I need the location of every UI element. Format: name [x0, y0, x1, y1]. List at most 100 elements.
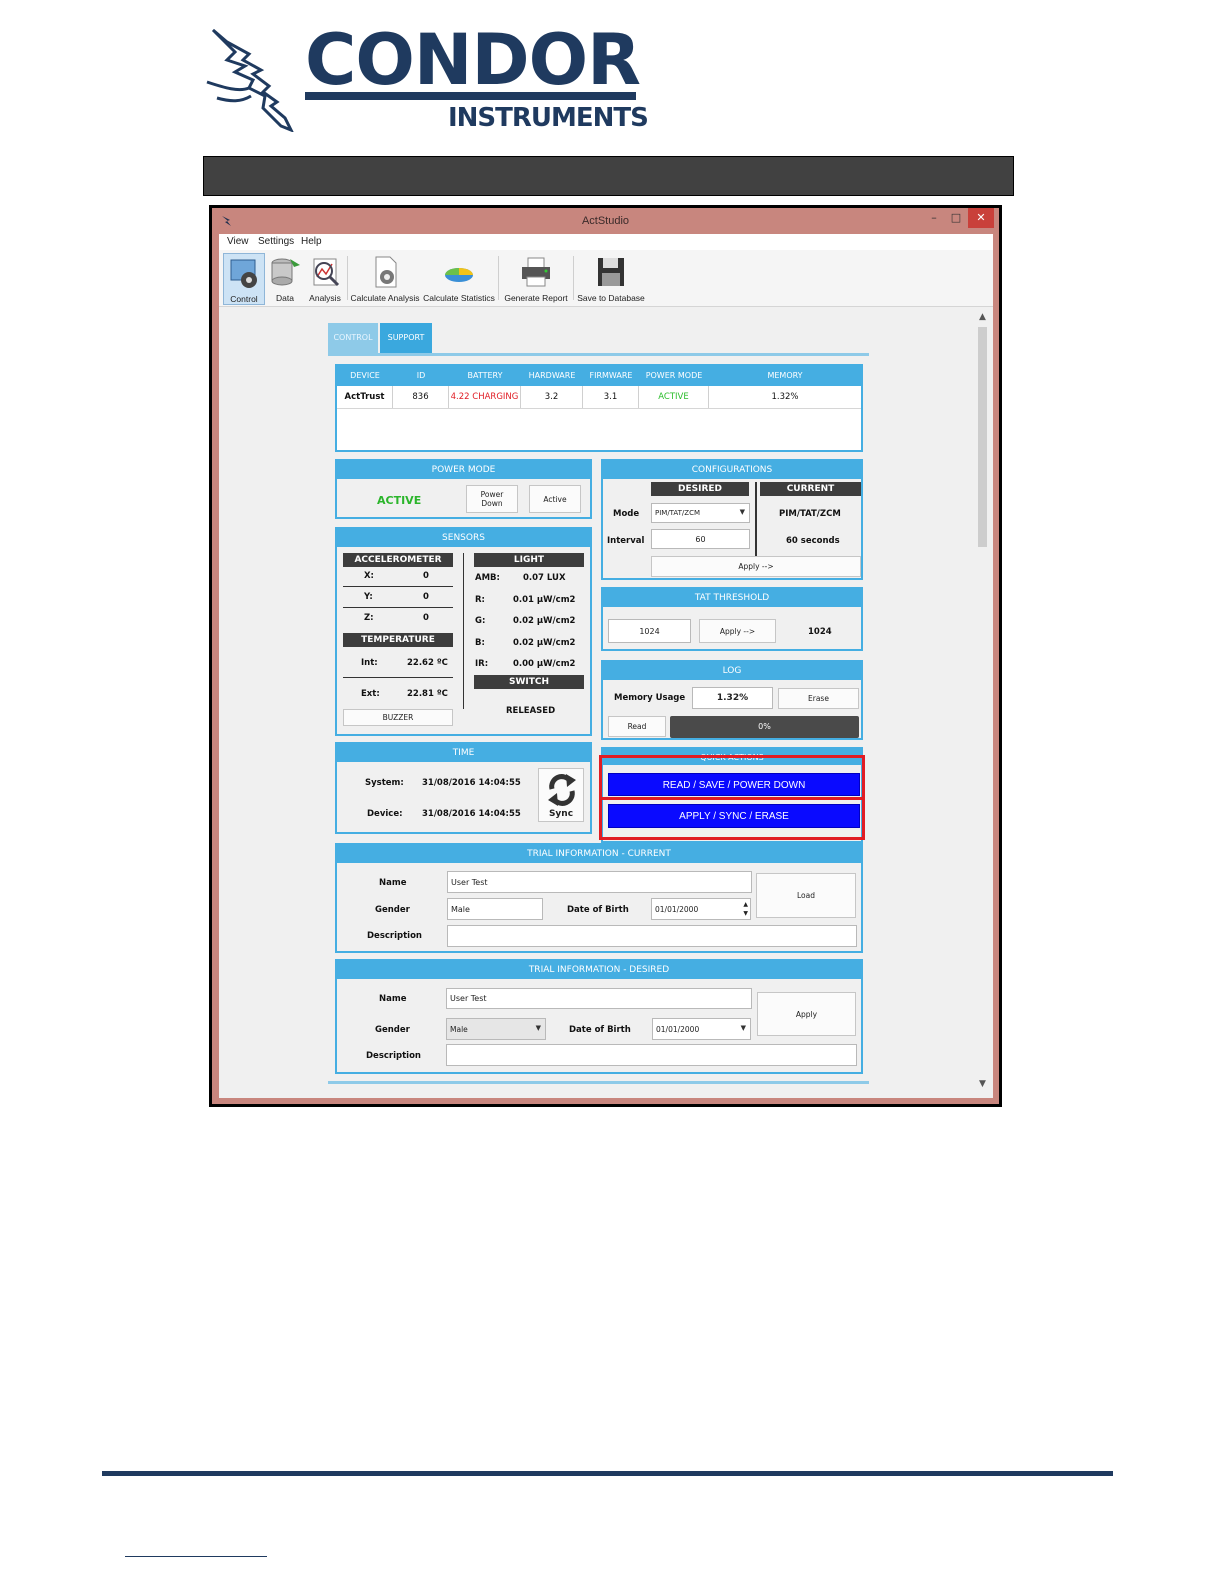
- trial-desired-description-label: Description: [366, 1051, 421, 1061]
- logo-brand-text: CONDOR: [305, 19, 641, 101]
- trial-current-panel: TRIAL INFORMATION - CURRENT Name User Te…: [335, 843, 863, 953]
- time-title: TIME: [337, 744, 590, 762]
- temp-int-value: 22.62 ºC: [407, 658, 448, 668]
- interval-current-value: 60 seconds: [786, 536, 840, 546]
- condor-bird-icon: [206, 28, 294, 132]
- trial-desired-title: TRIAL INFORMATION - DESIRED: [337, 961, 861, 979]
- chevron-down-icon: ▼: [740, 1024, 746, 1032]
- system-time-label: System:: [365, 778, 404, 788]
- toolbar-calculate-analysis-button[interactable]: Calculate Analysis: [350, 253, 420, 303]
- minimize-button[interactable]: –: [924, 208, 944, 228]
- column-header-id: ID: [416, 371, 426, 380]
- trial-desired-dob-select[interactable]: 01/01/2000 ▼: [652, 1018, 751, 1040]
- configurations-apply-button[interactable]: Apply -->: [651, 556, 861, 577]
- sync-button[interactable]: Sync: [538, 768, 584, 822]
- device-time-label: Device:: [367, 809, 403, 819]
- load-button[interactable]: Load: [756, 873, 856, 918]
- trial-desired-apply-button[interactable]: Apply: [757, 992, 856, 1036]
- vertical-scrollbar[interactable]: ▲ ▼: [974, 307, 991, 1098]
- menu-help[interactable]: Help: [301, 236, 322, 247]
- control-icon: [230, 259, 257, 288]
- config-column-divider: [755, 482, 757, 560]
- toolbar-generate-report-button[interactable]: Generate Report: [502, 253, 570, 303]
- light-amb-label: AMB:: [475, 573, 500, 583]
- menu-settings[interactable]: Settings: [258, 236, 294, 247]
- app-window: ActStudio – □ ✕ View Settings Help Contr…: [209, 205, 1002, 1107]
- cell-hardware: 3.2: [521, 386, 583, 408]
- menu-view[interactable]: View: [227, 236, 249, 247]
- trial-desired-description-input[interactable]: [446, 1044, 857, 1066]
- accel-y-label: Y:: [364, 592, 373, 602]
- toolbar-data-button[interactable]: Data: [265, 253, 305, 303]
- divider: [343, 677, 453, 678]
- tat-threshold-apply-button[interactable]: Apply -->: [699, 619, 776, 643]
- trial-desired-gender-select[interactable]: Male ▼: [446, 1018, 546, 1040]
- sensors-panel: SENSORS ACCELEROMETER X: 0 Y: 0 Z: 0 TEM…: [335, 527, 592, 736]
- floppy-disk-icon: [598, 258, 624, 286]
- tab-support[interactable]: SUPPORT: [380, 323, 432, 353]
- tat-threshold-title: TAT THRESHOLD: [603, 589, 861, 607]
- interval-input[interactable]: 60: [651, 529, 750, 549]
- cell-memory: 1.32%: [771, 392, 799, 402]
- maximize-button[interactable]: □: [946, 208, 966, 228]
- calculate-analysis-icon: [375, 256, 397, 288]
- toolbar-calculate-statistics-button[interactable]: Calculate Statistics: [423, 253, 495, 303]
- spinner-arrows-icon[interactable]: ▲ ▼: [743, 900, 748, 918]
- toolbar-analysis-button[interactable]: Analysis: [305, 253, 345, 303]
- temp-ext-value: 22.81 ºC: [407, 689, 448, 699]
- trial-current-gender-input[interactable]: Male: [447, 898, 543, 920]
- power-mode-title: POWER MODE: [337, 461, 590, 479]
- read-progress-label: 0%: [758, 722, 771, 731]
- toolbar-separator: [573, 256, 574, 300]
- time-panel: TIME System: 31/08/2016 14:04:55 Device:…: [335, 742, 592, 834]
- scroll-down-icon[interactable]: ▼: [974, 1079, 991, 1089]
- light-amb-value: 0.07 LUX: [523, 573, 566, 583]
- light-ir-value: 0.00 µW/cm2: [513, 659, 576, 669]
- cell-battery: 4.22 CHARGING: [449, 386, 521, 408]
- active-button[interactable]: Active: [529, 485, 581, 513]
- power-down-button[interactable]: Power Down: [466, 485, 518, 513]
- system-time-value: 31/08/2016 14:04:55: [422, 778, 521, 788]
- power-mode-panel: POWER MODE ACTIVE Power Down Active: [335, 459, 592, 519]
- light-g-label: G:: [475, 616, 486, 626]
- accel-y-value: 0: [423, 592, 429, 602]
- trial-desired-dob-value: 01/01/2000: [656, 1024, 700, 1034]
- trial-current-dob-label: Date of Birth: [567, 905, 629, 915]
- erase-button[interactable]: Erase: [778, 688, 859, 709]
- buzzer-button[interactable]: BUZZER: [343, 709, 453, 726]
- trial-current-title: TRIAL INFORMATION - CURRENT: [337, 845, 861, 863]
- column-header-device: DEVICE: [350, 371, 380, 380]
- window-title: ActStudio: [581, 215, 630, 227]
- mode-select[interactable]: PIM/TAT/ZCM ▼: [651, 503, 750, 523]
- trial-current-dob-input[interactable]: 01/01/2000 ▲ ▼: [651, 898, 751, 920]
- column-header-firmware: FIRMWARE: [589, 371, 633, 380]
- toolbar-separator: [498, 256, 499, 300]
- toolbar-label: Analysis: [309, 293, 341, 303]
- trial-desired-gender-label: Gender: [375, 1025, 410, 1035]
- toolbar-label: Control: [230, 294, 258, 304]
- toolbar-save-to-database-button[interactable]: Save to Database: [576, 253, 646, 303]
- light-ir-label: IR:: [475, 659, 489, 669]
- trial-current-description-label: Description: [367, 931, 422, 941]
- device-table-header: DEVICE ID BATTERY HARDWARE FIRMWARE POWE…: [337, 366, 861, 386]
- toolbar-control-button[interactable]: Control: [223, 253, 265, 305]
- trial-current-name-input[interactable]: User Test: [447, 871, 752, 893]
- trial-desired-name-input[interactable]: User Test: [446, 988, 752, 1009]
- mode-current-value: PIM/TAT/ZCM: [779, 509, 841, 519]
- toolbar-label: Generate Report: [504, 293, 568, 303]
- tat-threshold-input[interactable]: 1024: [608, 619, 691, 643]
- tab-control[interactable]: CONTROL: [328, 323, 378, 353]
- page-bottom-rule: [328, 1081, 869, 1084]
- light-b-label: B:: [475, 638, 485, 648]
- scroll-up-icon[interactable]: ▲: [974, 312, 991, 322]
- read-button[interactable]: Read: [608, 716, 666, 737]
- toolbar-label: Data: [276, 293, 294, 303]
- close-button[interactable]: ✕: [968, 208, 994, 228]
- scroll-thumb[interactable]: [978, 327, 987, 547]
- switch-state: RELEASED: [506, 706, 556, 716]
- switch-header: SWITCH: [474, 675, 584, 689]
- trial-current-description-input[interactable]: [447, 925, 857, 947]
- desired-header: DESIRED: [651, 482, 749, 496]
- light-r-label: R:: [475, 595, 485, 605]
- title-bar[interactable]: ActStudio – □ ✕: [212, 208, 999, 234]
